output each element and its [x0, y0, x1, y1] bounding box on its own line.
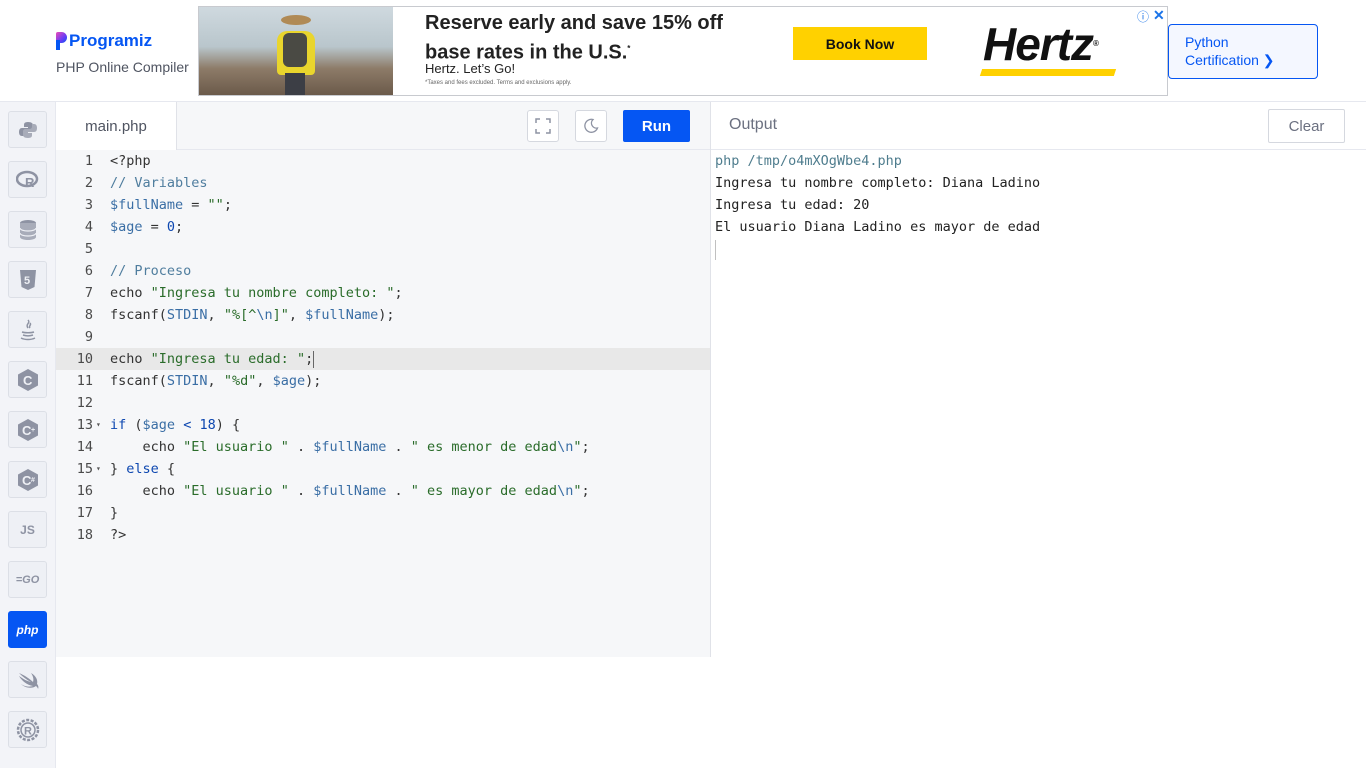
- sidebar-cpp[interactable]: C +: [8, 411, 47, 448]
- rust-icon: R: [16, 718, 39, 741]
- java-icon: [20, 318, 35, 340]
- python-icon: [18, 121, 37, 138]
- js-icon: JS: [20, 522, 35, 537]
- clear-button[interactable]: Clear: [1268, 109, 1345, 143]
- output-line: El usuario Diana Ladino es mayor de edad: [715, 219, 1041, 235]
- svg-text:R: R: [24, 725, 32, 737]
- fold-arrow-icon[interactable]: ▾: [96, 414, 101, 436]
- svg-text:5: 5: [24, 275, 30, 287]
- output-panel: Output Clear php /tmp/o4mXOgWbe4.php Ing…: [711, 102, 1366, 657]
- code-line: 5: [84, 241, 93, 257]
- r-icon: R: [15, 170, 38, 190]
- brand[interactable]: Programiz PHP Online Compiler: [56, 28, 189, 75]
- fullscreen-icon: [535, 118, 551, 134]
- ad-headline: Reserve early and save 15% off base rate…: [425, 12, 723, 64]
- sidebar-sql[interactable]: [8, 211, 47, 248]
- cert-label-line2: Certification ❯: [1185, 52, 1275, 68]
- ad-banner[interactable]: Reserve early and save 15% off base rate…: [198, 6, 1168, 96]
- output-header: Output Clear: [711, 102, 1366, 150]
- tab-main-php[interactable]: main.php: [56, 102, 177, 150]
- code-line: 17}: [76, 505, 119, 521]
- code-line: 1 <?php: [84, 153, 151, 169]
- code-line: 15 ▾} else {: [56, 458, 711, 480]
- code-line: 2// Variables: [84, 175, 208, 191]
- php-icon: php: [16, 622, 39, 637]
- brand-name: Programiz: [69, 31, 153, 50]
- ad-info-icon[interactable]: ⓘ: [1137, 8, 1149, 25]
- header: Programiz PHP Online Compiler Reserve ea…: [0, 0, 1366, 102]
- code-line: 11 fscanf(STDIN, "%d", $age);: [76, 373, 322, 389]
- run-button[interactable]: Run: [623, 110, 690, 142]
- text-cursor: [313, 350, 315, 368]
- sidebar-rust[interactable]: R: [8, 711, 47, 748]
- theme-toggle-button[interactable]: [575, 110, 607, 142]
- sidebar-php[interactable]: php: [8, 611, 47, 648]
- code-line: 12: [76, 395, 93, 411]
- sidebar-swift[interactable]: [8, 661, 47, 698]
- ad-hiker-image: [199, 7, 393, 95]
- code-area[interactable]: 1 <?php 2// Variables 3 $fullName = ""; 4 $…: [56, 150, 711, 657]
- output-command-line: php /tmp/o4mXOgWbe4.php: [715, 153, 902, 169]
- sidebar-c[interactable]: C: [8, 361, 47, 398]
- output-input-cursor: [715, 240, 716, 260]
- hertz-logo-bar: [979, 69, 1117, 76]
- code-line: 13 ▾ if ($age < 18) {: [56, 414, 711, 436]
- c-icon: C: [17, 368, 38, 391]
- database-icon: [18, 219, 37, 240]
- moon-icon: [584, 118, 599, 133]
- code-editor-panel: main.php Run 1 <?php 2// Variables 3 $full…: [56, 102, 711, 657]
- swift-icon: [18, 672, 38, 689]
- output-title: Output: [729, 116, 778, 133]
- fold-arrow-icon[interactable]: ▾: [96, 458, 101, 480]
- code-line: 3 $fullName = "";: [84, 197, 232, 213]
- editor-toolbar: main.php Run: [56, 102, 711, 150]
- ad-close-icon[interactable]: ✕: [1153, 7, 1165, 24]
- go-icon: =GO: [15, 573, 40, 586]
- ad-fine-print: *Taxes and fees excluded. Terms and excl…: [425, 80, 572, 86]
- language-sidebar: R 5 C C + C # JS =GO php R: [0, 102, 56, 768]
- sidebar-csharp[interactable]: C #: [8, 461, 47, 498]
- sidebar-go[interactable]: =GO: [8, 561, 47, 598]
- csharp-icon: C #: [17, 468, 38, 491]
- code-line: 9: [84, 329, 93, 345]
- cpp-icon: C +: [17, 418, 38, 441]
- programiz-logo[interactable]: Programiz: [56, 28, 189, 54]
- code-line: 16 echo "El usuario " . $fullName . " es…: [76, 483, 590, 499]
- code-line: 7 echo "Ingresa tu nombre completo: ";: [84, 285, 403, 301]
- code-line: 18 ?>: [76, 527, 127, 543]
- code-line: 8 fscanf(STDIN, "%[^\n]", $fullName);: [84, 307, 395, 323]
- hertz-logo: Hertz®: [983, 18, 1099, 70]
- svg-text:R: R: [25, 175, 35, 190]
- code-line: 6// Proceso: [84, 263, 192, 279]
- sidebar-java[interactable]: [8, 311, 47, 348]
- code-line: 4 $age = 0;: [84, 219, 184, 235]
- html5-icon: 5: [19, 269, 36, 290]
- sidebar-html[interactable]: 5: [8, 261, 47, 298]
- svg-text:#: #: [31, 477, 35, 484]
- sidebar-js[interactable]: JS: [8, 511, 47, 548]
- svg-text:+: +: [31, 427, 35, 434]
- logo-mark-icon: [56, 32, 68, 50]
- page-subtitle: PHP Online Compiler: [56, 59, 189, 75]
- cert-label-line1: Python: [1185, 34, 1229, 50]
- code-line: 14 echo "El usuario " . $fullName . " es…: [76, 439, 590, 455]
- fullscreen-button[interactable]: [527, 110, 559, 142]
- svg-text:C: C: [23, 373, 33, 388]
- ad-book-now-button[interactable]: Book Now: [793, 27, 927, 60]
- output-line: Ingresa tu nombre completo: Diana Ladino: [715, 175, 1041, 191]
- code-line-current: 10 echo "Ingresa tu edad: ";: [56, 348, 711, 370]
- output-console[interactable]: php /tmp/o4mXOgWbe4.php Ingresa tu nombr…: [715, 150, 1040, 260]
- sidebar-python[interactable]: [8, 111, 47, 148]
- python-certification-button[interactable]: Python Certification ❯: [1168, 24, 1318, 79]
- output-line: Ingresa tu edad: 20: [715, 197, 870, 213]
- sidebar-r[interactable]: R: [8, 161, 47, 198]
- ad-tagline: Hertz. Let’s Go!: [425, 61, 516, 76]
